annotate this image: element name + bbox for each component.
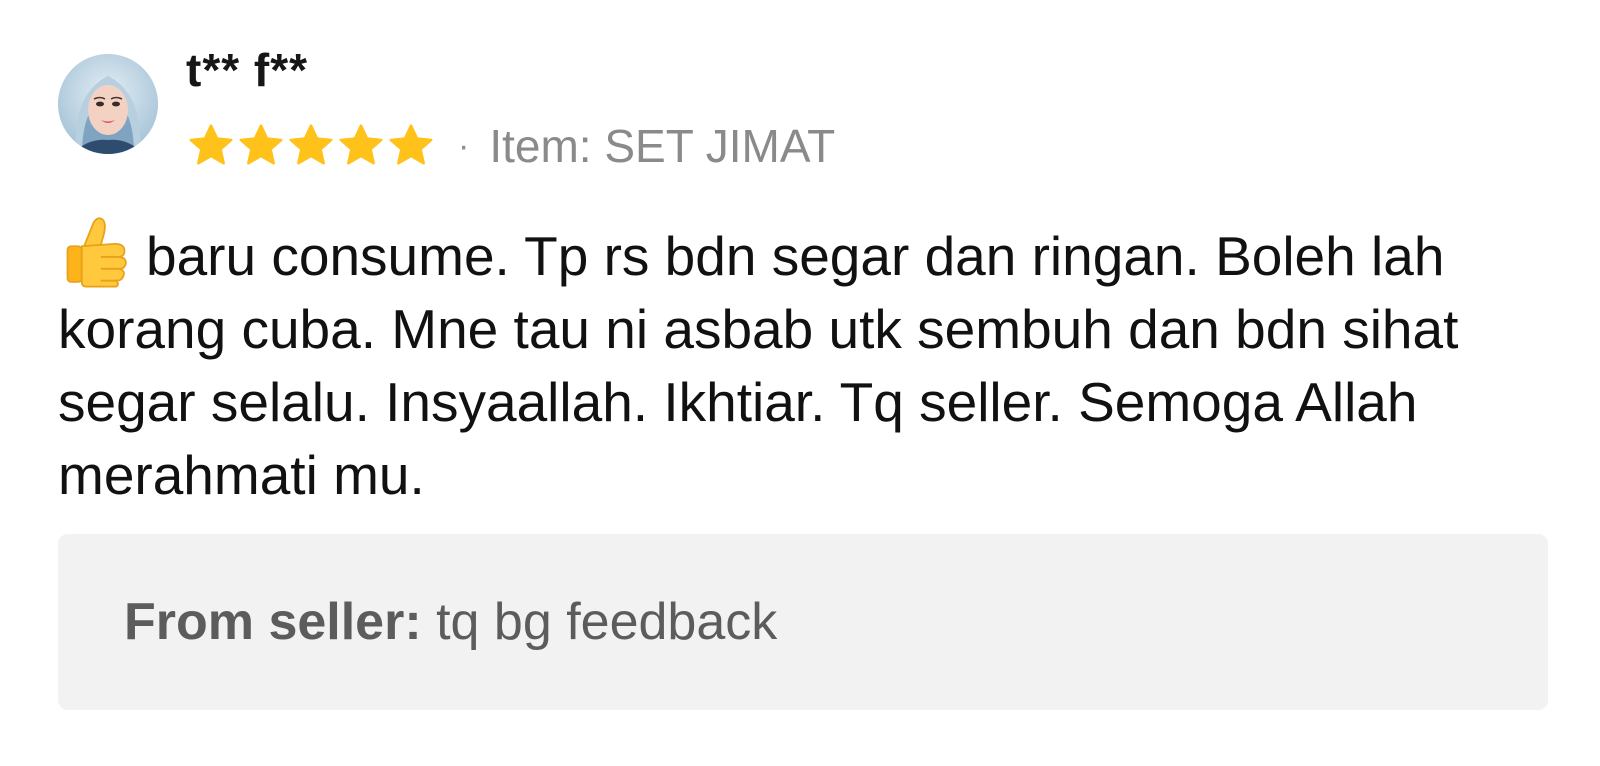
meta-separator: · [458, 127, 470, 165]
seller-reply-label: From seller: [124, 593, 422, 651]
review-meta: · Item: SET JIMAT [186, 116, 835, 176]
star-rating [186, 121, 436, 171]
star-icon [289, 124, 333, 165]
seller-reply: From seller: tq bg feedback [124, 586, 777, 658]
star-icon [189, 124, 233, 165]
seller-reply-text: tq bg feedback [436, 593, 778, 651]
star-icon [389, 124, 433, 165]
seller-reply-box: From seller: tq bg feedback [58, 534, 1548, 710]
thumbs-up-icon [66, 217, 127, 288]
review-card: t** f** · Item: SET JIMAT baru consume. … [0, 0, 1600, 766]
star-icon [239, 124, 283, 165]
star-icon [339, 124, 383, 165]
reviewer-name: t** f** [186, 44, 309, 96]
item-variant: Item: SET JIMAT [489, 120, 836, 172]
avatar[interactable] [58, 54, 158, 154]
review-body: baru consume. Tp rs bdn segar dan ringan… [58, 225, 1459, 506]
review-text-block: baru consume. Tp rs bdn segar dan ringan… [58, 213, 1568, 512]
